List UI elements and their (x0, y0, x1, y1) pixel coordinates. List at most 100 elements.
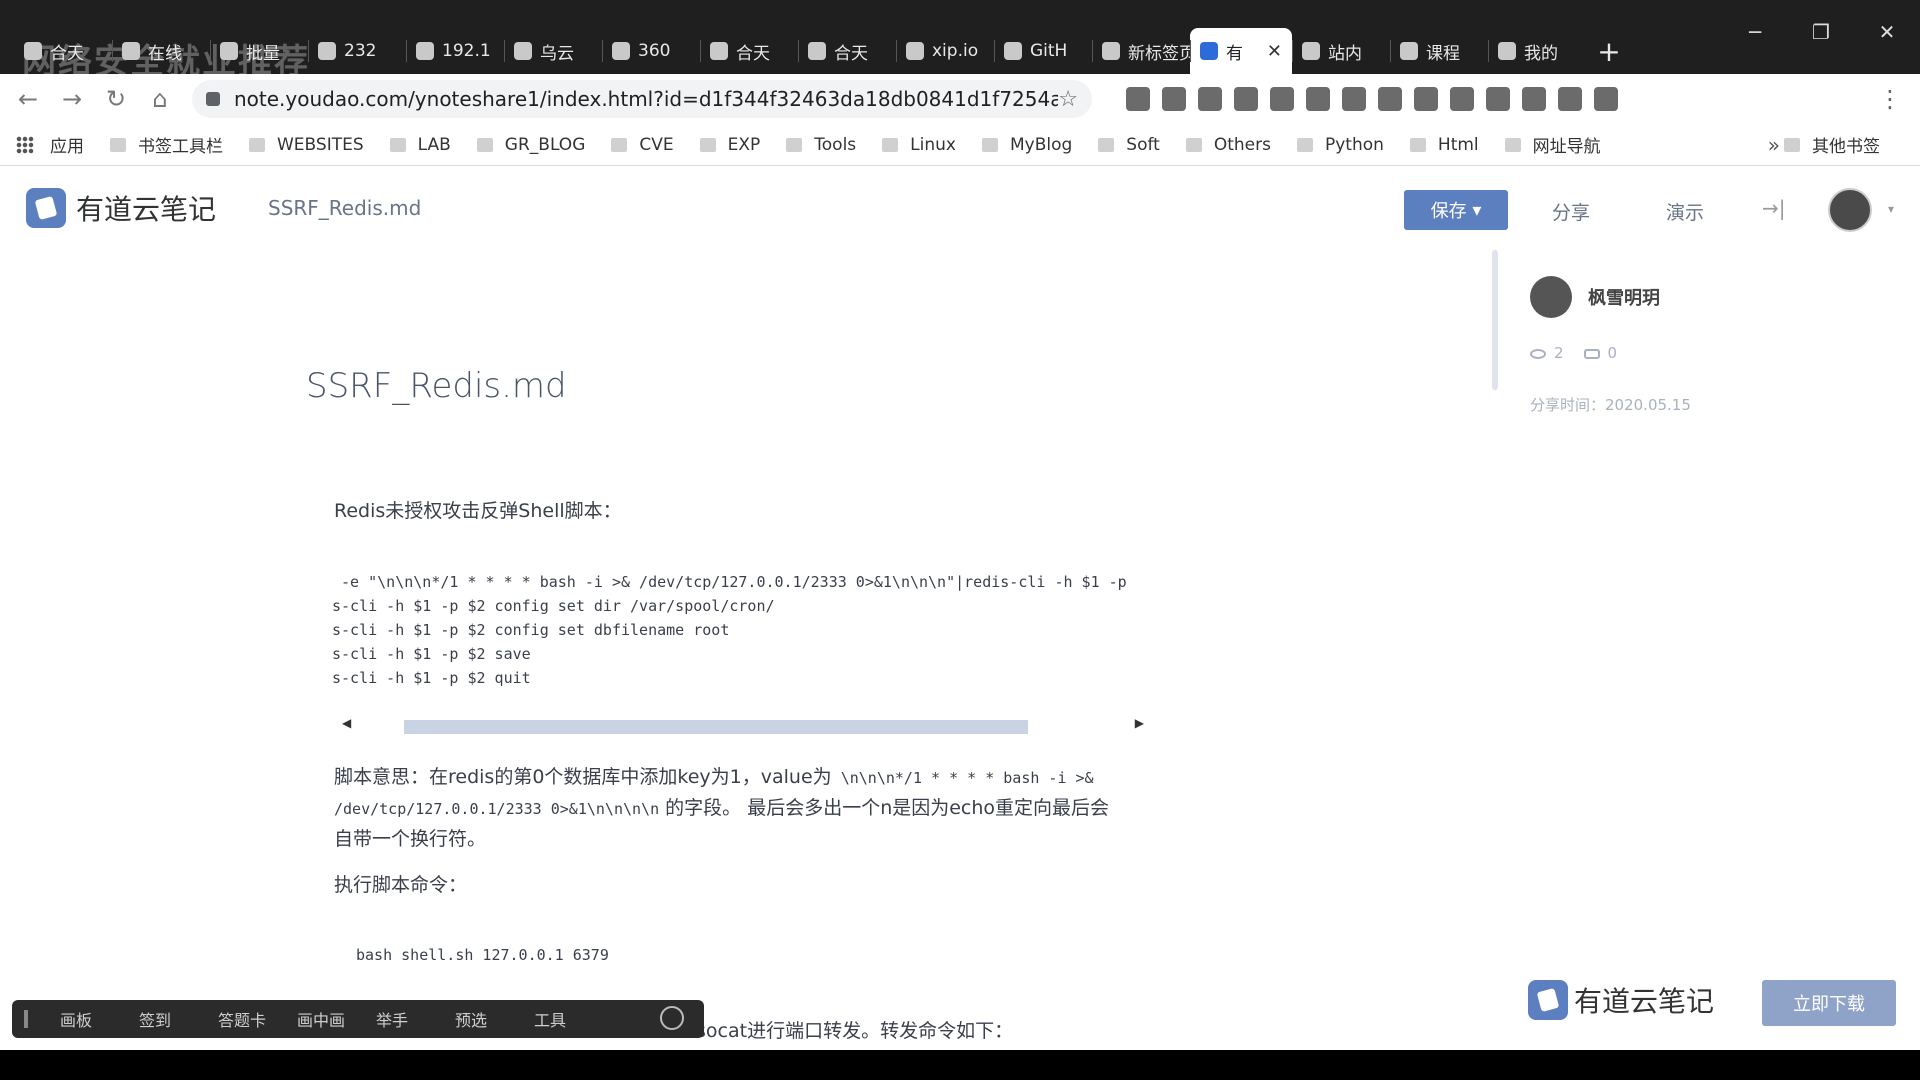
browser-tab[interactable]: 合天 (798, 28, 896, 74)
browser-tab[interactable]: 乌云 (504, 28, 602, 74)
scroll-left-icon[interactable]: ◀ (342, 716, 351, 730)
browser-tab[interactable]: 360 (602, 28, 700, 74)
extension-icon[interactable] (1342, 87, 1366, 111)
likes-stat[interactable]: 0 (1583, 344, 1617, 362)
code-scrollbar[interactable]: ◀ ▶ (334, 716, 1152, 736)
author-avatar[interactable] (1530, 276, 1572, 318)
tab-label: 192.1 (442, 41, 491, 61)
browser-tab[interactable]: 站内 (1292, 28, 1390, 74)
user-avatar[interactable] (1828, 188, 1872, 232)
bookmark-item[interactable]: 应用 (16, 132, 84, 157)
tab-label: 课程 (1426, 43, 1460, 64)
extension-icon[interactable] (1594, 87, 1618, 111)
bookmark-item[interactable]: MyBlog (981, 135, 1072, 155)
address-bar[interactable]: note.youdao.com/ynoteshare1/index.html?i… (192, 80, 1092, 118)
drag-handle-icon[interactable] (24, 1010, 28, 1028)
browser-tab[interactable]: 我的 (1488, 28, 1586, 74)
bookmark-label: Soft (1126, 134, 1160, 155)
bookmark-item[interactable]: Tools (786, 135, 856, 155)
live-toolbar-item[interactable]: 答题卡 (208, 1007, 287, 1031)
browser-tab[interactable]: GitH (994, 28, 1092, 74)
explain-text: 脚本意思：在redis的第0个数据库中添加key为1，value为 \n\n\n… (334, 762, 1154, 854)
collapse-icon[interactable]: →| (1762, 196, 1786, 220)
url-text[interactable]: note.youdao.com/ynoteshare1/index.html?i… (234, 87, 1058, 111)
bookmark-item[interactable]: 书签工具栏 (110, 132, 223, 157)
app-logo[interactable]: 有道云笔记 (26, 188, 216, 228)
forward-icon[interactable]: → (50, 85, 94, 113)
extension-icon[interactable] (1234, 87, 1258, 111)
browser-tab[interactable]: 合天 (14, 28, 112, 74)
bookmark-item[interactable]: Linux (882, 135, 956, 155)
extension-icon[interactable] (1414, 87, 1438, 111)
present-link[interactable]: 演示 (1666, 198, 1704, 225)
bookmark-list: 应用 书签工具栏 WEBSITES LAB GR_BLOG CVE EXP Tools Linu… (16, 132, 1627, 157)
browser-tab[interactable]: 新标签页 (1092, 28, 1190, 74)
bookmark-item[interactable]: LAB (389, 135, 451, 155)
eye-icon (1530, 348, 1546, 359)
tab-favicon-icon (1302, 42, 1320, 60)
more-bookmarks-icon[interactable]: » (1768, 133, 1780, 157)
bookmark-item[interactable]: EXP (699, 135, 760, 155)
tab-favicon-icon (808, 42, 826, 60)
extension-icon[interactable] (1126, 87, 1150, 111)
close-tab-icon[interactable]: ✕ (1267, 41, 1282, 62)
bookmark-label: 网址导航 (1532, 137, 1601, 157)
note-logo-icon (1528, 980, 1568, 1020)
scroll-thumb[interactable] (404, 720, 1028, 734)
extension-icon[interactable] (1270, 87, 1294, 111)
extension-icon[interactable] (1486, 87, 1510, 111)
tab-favicon-icon (318, 42, 336, 60)
live-toolbar-item[interactable]: 签到 (129, 1007, 208, 1031)
bookmark-item[interactable]: 网址导航 (1504, 132, 1601, 157)
bookmark-item[interactable]: Html (1409, 135, 1479, 155)
browser-tab[interactable]: 课程 (1390, 28, 1488, 74)
bookmark-item[interactable]: Soft (1098, 135, 1160, 155)
minimize-icon[interactable]: ─ (1722, 20, 1788, 44)
live-toolbar-item[interactable]: 预选 (445, 1007, 524, 1031)
chevron-down-icon[interactable]: ▾ (1888, 202, 1894, 216)
share-link[interactable]: 分享 (1552, 198, 1590, 225)
bookmark-item[interactable]: Python (1296, 135, 1384, 155)
restore-icon[interactable]: ❐ (1788, 20, 1854, 44)
bookmark-item[interactable]: Others (1185, 135, 1271, 155)
close-window-icon[interactable]: ✕ (1854, 20, 1920, 44)
live-toolbar-item[interactable]: 画中画 (287, 1007, 366, 1031)
reload-icon[interactable]: ↻ (94, 85, 138, 113)
browser-tab[interactable]: 232 (308, 28, 406, 74)
bookmark-item[interactable]: WEBSITES (249, 135, 364, 155)
extension-icon[interactable] (1306, 87, 1330, 111)
extension-icon[interactable] (1450, 87, 1474, 111)
live-toolbar-item[interactable]: 画板 (50, 1007, 129, 1031)
power-icon[interactable] (660, 1006, 684, 1030)
browser-menu-icon[interactable]: ⋮ (1878, 85, 1902, 113)
extension-icon[interactable] (1558, 87, 1582, 111)
extension-icon[interactable] (1522, 87, 1546, 111)
browser-tab[interactable]: xip.io (896, 28, 994, 74)
tab-label: 批量 (246, 43, 280, 64)
extension-icon[interactable] (1198, 87, 1222, 111)
live-toolbar-item[interactable]: 工具 (524, 1007, 603, 1031)
bookmarks-bar: 应用 书签工具栏 WEBSITES LAB GR_BLOG CVE EXP Tools Linu… (0, 124, 1920, 166)
browser-tab[interactable]: 批量 (210, 28, 308, 74)
browser-tab[interactable]: 合天 (700, 28, 798, 74)
bookmark-item[interactable]: CVE (611, 135, 674, 155)
scroll-right-icon[interactable]: ▶ (1135, 716, 1144, 730)
star-icon[interactable]: ☆ (1058, 87, 1078, 112)
other-bookmarks[interactable]: 其他书签 (1784, 132, 1880, 157)
back-icon[interactable]: ← (6, 85, 50, 113)
bookmark-item[interactable]: GR_BLOG (476, 135, 585, 155)
browser-tab[interactable]: 有 ✕ (1190, 28, 1292, 74)
tab-label: 232 (344, 41, 377, 61)
live-toolbar-item[interactable]: 举手 (366, 1007, 445, 1031)
save-button[interactable]: 保存 ▾ (1404, 190, 1508, 230)
browser-tab[interactable]: 192.1 (406, 28, 504, 74)
other-bookmarks-label: 其他书签 (1812, 137, 1880, 157)
extension-icon[interactable] (1378, 87, 1402, 111)
download-button[interactable]: 立即下载 (1762, 980, 1896, 1026)
folder-icon (476, 137, 493, 152)
home-icon[interactable]: ⌂ (138, 85, 182, 113)
new-tab-button[interactable]: + (1586, 28, 1632, 74)
browser-tab[interactable]: 在线 (112, 28, 210, 74)
extension-icon[interactable] (1162, 87, 1186, 111)
save-label: 保存 (1430, 201, 1467, 222)
